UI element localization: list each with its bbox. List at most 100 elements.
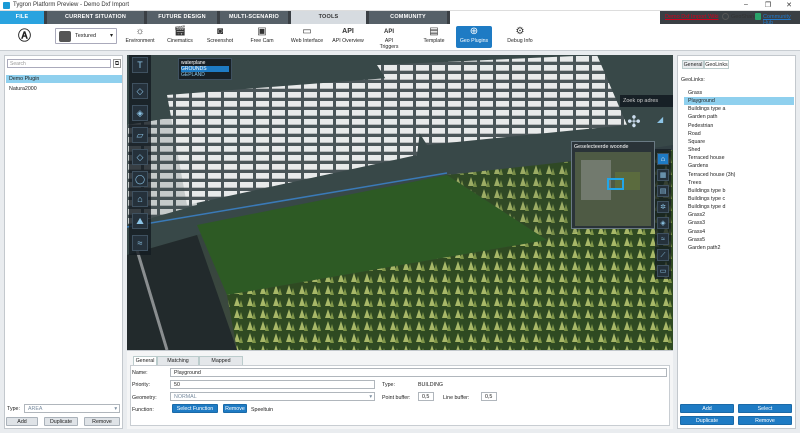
compass-icon[interactable]: ✣ <box>621 110 647 136</box>
overlay-icon[interactable]: ▦ <box>657 169 669 181</box>
geolink-item[interactable]: Grass3 <box>684 219 794 227</box>
debug-icon: ⚙︎ <box>515 26 525 37</box>
priority-field[interactable]: 50 <box>170 380 375 389</box>
home-icon[interactable]: ⌂ <box>657 153 669 165</box>
geolink-item[interactable]: Gardens <box>684 162 794 170</box>
wiki-link[interactable]: Demo Dxf Import Wiki <box>665 14 718 20</box>
geo-plugins-button[interactable]: ⊕ Geo Plugins <box>456 26 492 48</box>
geolink-item[interactable]: Buildings type d <box>684 203 794 211</box>
flood-icon[interactable]: ≈ <box>657 233 669 245</box>
function-label: Function: <box>132 407 154 413</box>
3d-viewport[interactable]: T ◇ ◈ ▱ ◇ ◯ ⌂ ⛰︎ ≈ waterplane GROUNDS GE… <box>127 55 673 350</box>
geolink-item[interactable]: Trees <box>684 179 794 187</box>
tab-current-situation[interactable]: CURRENT SITUATION <box>47 11 144 24</box>
tilt-icon[interactable]: ◢ <box>657 115 669 125</box>
area-icon[interactable]: ▱ <box>132 127 148 143</box>
remove-function-button[interactable]: Remove <box>223 404 247 413</box>
web-interface-button[interactable]: ▭ Web Interface <box>289 26 325 48</box>
duplicate-button[interactable]: Duplicate <box>44 417 78 426</box>
type-label: Type: <box>382 382 395 388</box>
free-cam-icon: ▣ <box>257 26 267 37</box>
tab-community[interactable]: COMMUNITY <box>369 11 447 24</box>
geolink-item[interactable]: Buildings type b <box>684 187 794 195</box>
tab-multi-scenario[interactable]: MULTI-SCENARIO <box>220 11 288 24</box>
copy-icon[interactable]: ⧉ <box>113 59 121 68</box>
geolink-item[interactable]: Square <box>684 138 794 146</box>
select-function-button[interactable]: Select Function <box>172 404 218 413</box>
geolink-item[interactable]: Garden path <box>684 113 794 121</box>
select-geolink-button[interactable]: Select <box>738 404 792 413</box>
ruler-icon[interactable]: ⟋ <box>657 249 669 261</box>
remove-geolink-button[interactable]: Remove <box>738 416 792 425</box>
type-value: AREA <box>28 406 43 412</box>
geometry-select[interactable]: NORMAL ▾ <box>170 392 375 401</box>
measure-icon[interactable]: ◇ <box>132 83 148 99</box>
tab-future-design[interactable]: FUTURE DESIGN <box>147 11 217 24</box>
geolink-item[interactable]: Shed <box>684 146 794 154</box>
tab-general[interactable]: General <box>133 356 157 365</box>
comment-icon[interactable]: ◯ <box>132 171 148 187</box>
debug-info-button[interactable]: ⚙︎ Debug Info <box>504 26 536 48</box>
layers-icon[interactable]: ◈ <box>657 217 669 229</box>
tab-tools[interactable]: TOOLS <box>291 11 366 24</box>
layer-icon[interactable]: ◈ <box>132 105 148 121</box>
free-cam-button[interactable]: ▣ Free Cam <box>248 26 276 48</box>
window-title: Tygron Platform Preview - Demo Dxf Impor… <box>13 2 130 8</box>
render-style-select[interactable]: Textured ▾ <box>55 28 117 44</box>
maximize-button[interactable]: ❐ <box>762 1 774 9</box>
camera-icon: ◙ <box>216 26 224 37</box>
tab-matching-attributes[interactable]: Matching Attributes <box>157 356 199 373</box>
add-button[interactable]: Add <box>6 417 38 426</box>
zone-icon[interactable]: ◇ <box>132 149 148 165</box>
geolink-item[interactable]: Pedestrian <box>684 122 794 130</box>
chat-icon[interactable]: ▭ <box>657 265 669 277</box>
minimize-button[interactable]: – <box>740 1 752 8</box>
api-triggers-button[interactable]: API API Triggers <box>375 26 403 50</box>
render-style-value: Textured <box>75 33 97 39</box>
geolink-item[interactable]: Grass5 <box>684 236 794 244</box>
list-item[interactable]: Natura2000 <box>6 85 122 93</box>
geolink-item[interactable]: Terraced house <box>684 154 794 162</box>
screenshot-button[interactable]: ◙ Screenshot <box>205 26 235 48</box>
template-button[interactable]: ▤ Template <box>420 26 448 48</box>
remove-button[interactable]: Remove <box>84 417 120 426</box>
geolink-item[interactable]: Playground <box>684 97 794 106</box>
environment-button[interactable]: ☼ Environment <box>124 26 156 48</box>
grid-icon[interactable]: ▤ <box>657 185 669 197</box>
line-buffer-field[interactable]: 0,5 <box>481 392 497 401</box>
network-icon[interactable]: ✲ <box>657 201 669 213</box>
geolink-item[interactable]: Buildings type c <box>684 195 794 203</box>
geolink-item[interactable]: Buildings type a <box>684 105 794 113</box>
close-button[interactable]: ✕ <box>783 1 795 9</box>
geolink-item[interactable]: Grass2 <box>684 211 794 219</box>
geolink-item[interactable]: Road <box>684 130 794 138</box>
tab-geolinks[interactable]: GeoLinks <box>704 60 729 69</box>
terrain-icon[interactable]: ⛰︎ <box>132 213 148 229</box>
name-field[interactable]: Playground <box>170 368 667 377</box>
type-select[interactable]: AREA ▾ <box>24 404 120 413</box>
point-buffer-field[interactable]: 0,5 <box>418 392 434 401</box>
search-input[interactable]: Search <box>7 59 111 68</box>
address-search[interactable]: Zoek op adres <box>620 95 673 107</box>
minimap[interactable]: Geselecteerde woonde <box>571 141 655 229</box>
style-swatch-icon <box>59 31 71 42</box>
free-cam-label: Free Cam <box>250 38 274 44</box>
water-icon[interactable]: ≈ <box>132 235 148 251</box>
clapper-icon: 🎬︎ <box>173 26 187 37</box>
geolink-item[interactable]: Terraced house (3h) <box>684 171 794 179</box>
api-triggers-icon: API <box>383 29 394 35</box>
cinematics-button[interactable]: 🎬︎ Cinematics <box>166 26 194 48</box>
duplicate-geolink-button[interactable]: Duplicate <box>680 416 734 425</box>
add-geolink-button[interactable]: Add <box>680 404 734 413</box>
api-overview-button[interactable]: API API Overview <box>331 26 365 48</box>
tab-file[interactable]: FILE <box>0 11 44 24</box>
list-item[interactable]: Demo Plugin <box>6 75 122 83</box>
geolink-item[interactable]: Garden path2 <box>684 244 794 252</box>
tab-general-right[interactable]: General <box>682 60 704 69</box>
tab-mapped-attributes[interactable]: Mapped Attributes <box>199 356 243 373</box>
select-tool-icon[interactable]: T <box>132 57 148 73</box>
geolink-item[interactable]: Grass <box>684 89 794 97</box>
geolink-item[interactable]: Grass4 <box>684 228 794 236</box>
building-icon[interactable]: ⌂ <box>132 191 148 207</box>
geoshare-link[interactable]: GeoShare <box>731 14 756 20</box>
